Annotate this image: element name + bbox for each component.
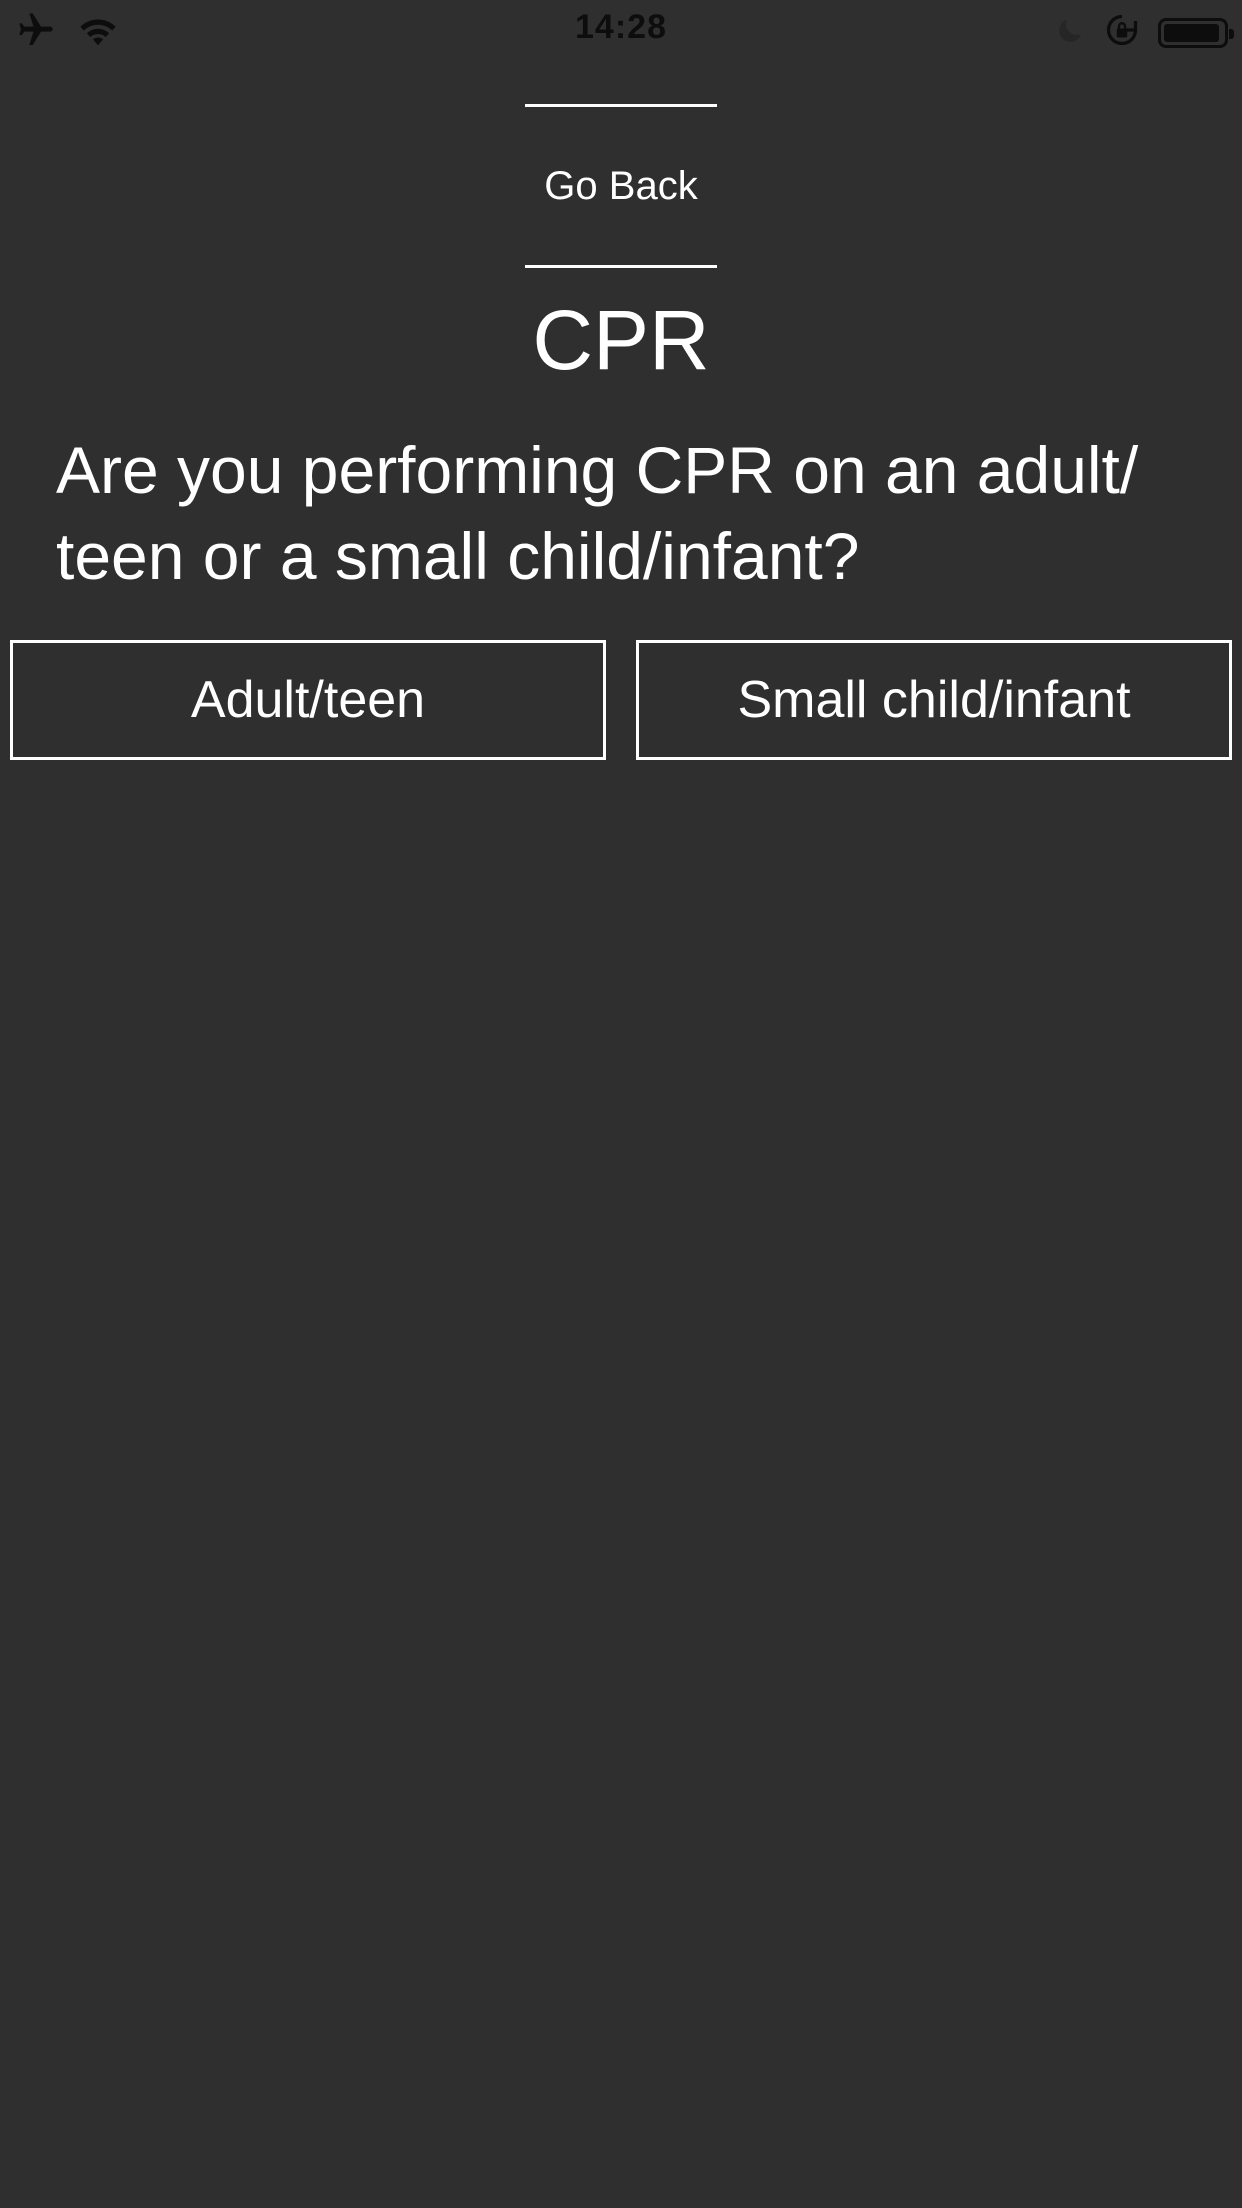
- status-right: [1056, 12, 1234, 53]
- battery-tip: [1229, 28, 1234, 39]
- adult-teen-button[interactable]: Adult/teen: [10, 640, 606, 760]
- battery-icon: [1158, 17, 1234, 48]
- moon-icon: [1056, 15, 1086, 50]
- screen: 14:28 Go Back CPR Are you performing CPR…: [0, 0, 1242, 2208]
- go-back-button[interactable]: Go Back: [525, 104, 717, 268]
- battery-fill: [1164, 23, 1219, 42]
- rotation-lock-icon: [1104, 12, 1140, 53]
- small-child-infant-button[interactable]: Small child/infant: [636, 640, 1232, 760]
- question-text: Are you performing CPR on an adult/ teen…: [56, 433, 1139, 593]
- status-bar: 14:28: [0, 0, 1242, 60]
- page-title: CPR: [532, 293, 710, 387]
